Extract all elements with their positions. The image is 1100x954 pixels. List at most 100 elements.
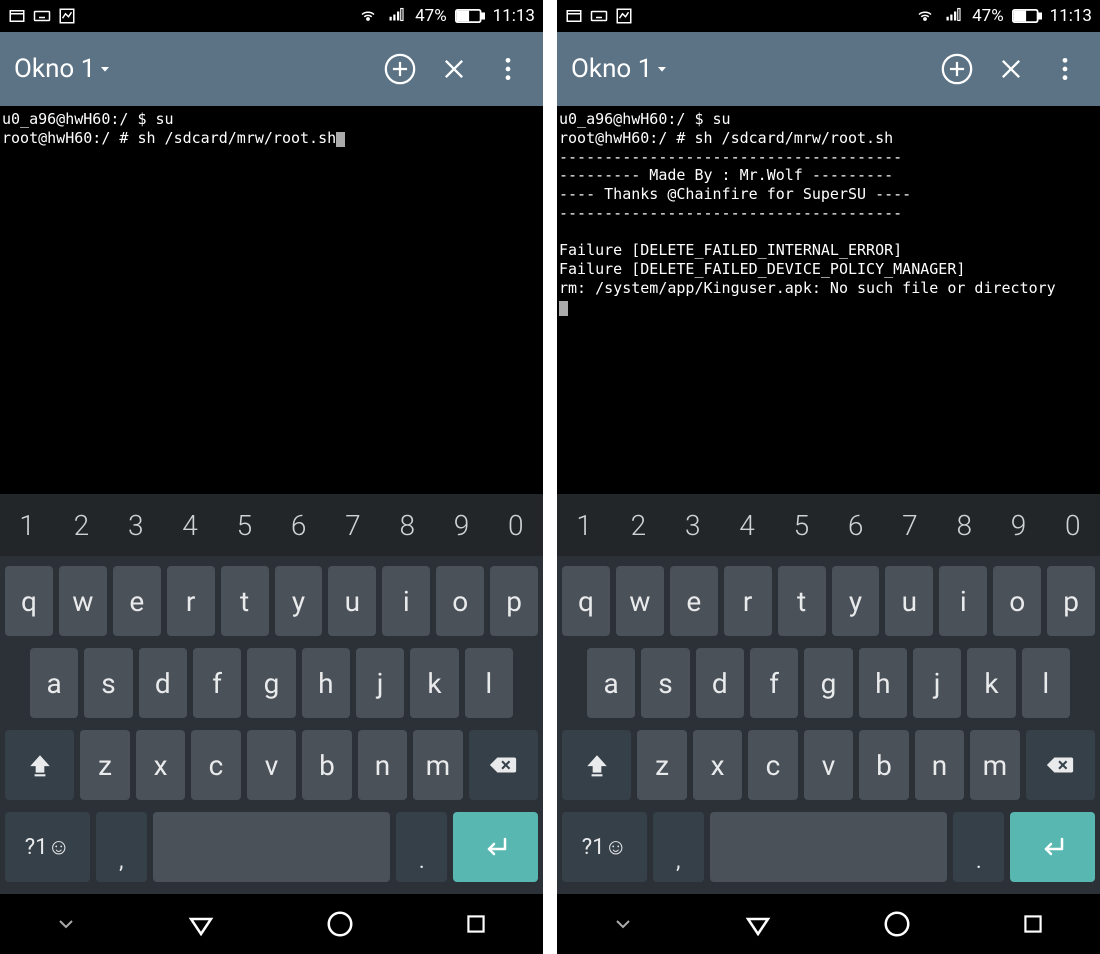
back-button[interactable] xyxy=(743,909,773,939)
key-9[interactable]: 9 xyxy=(991,494,1045,556)
key-b[interactable]: b xyxy=(302,730,351,800)
key-j[interactable]: j xyxy=(913,648,961,718)
key-x[interactable]: x xyxy=(136,730,185,800)
key-l[interactable]: l xyxy=(1022,648,1070,718)
home-button[interactable] xyxy=(325,909,355,939)
key-u[interactable]: u xyxy=(328,566,376,636)
key-w[interactable]: w xyxy=(616,566,664,636)
key-1[interactable]: 1 xyxy=(0,494,54,556)
key-h[interactable]: h xyxy=(859,648,907,718)
space-key[interactable] xyxy=(153,812,391,882)
key-v[interactable]: v xyxy=(247,730,296,800)
window-selector[interactable]: Okno 1 xyxy=(571,54,924,84)
key-x[interactable]: x xyxy=(693,730,742,800)
key-a[interactable]: a xyxy=(30,648,78,718)
close-window-button[interactable] xyxy=(433,48,475,90)
key-5[interactable]: 5 xyxy=(774,494,828,556)
shift-key[interactable] xyxy=(5,730,74,800)
key-o[interactable]: o xyxy=(993,566,1041,636)
symbols-key[interactable]: ?1☺ xyxy=(562,812,647,882)
key-0[interactable]: 0 xyxy=(1046,494,1100,556)
key-3[interactable]: 3 xyxy=(666,494,720,556)
key-0[interactable]: 0 xyxy=(489,494,543,556)
key-k[interactable]: k xyxy=(410,648,458,718)
key-6[interactable]: 6 xyxy=(828,494,882,556)
key-v[interactable]: v xyxy=(804,730,853,800)
key-n[interactable]: n xyxy=(915,730,964,800)
key-z[interactable]: z xyxy=(637,730,686,800)
terminal-output[interactable]: u0_a96@hwH60:/ $ su root@hwH60:/ # sh /s… xyxy=(0,106,543,494)
key-p[interactable]: p xyxy=(1047,566,1095,636)
key-q[interactable]: q xyxy=(5,566,53,636)
key-p[interactable]: p xyxy=(490,566,538,636)
key-m[interactable]: m xyxy=(413,730,462,800)
collapse-keyboard-icon[interactable] xyxy=(54,912,78,936)
key-2[interactable]: 2 xyxy=(54,494,108,556)
key-y[interactable]: y xyxy=(275,566,323,636)
key-q[interactable]: q xyxy=(562,566,610,636)
backspace-key[interactable] xyxy=(1026,730,1095,800)
key-r[interactable]: r xyxy=(167,566,215,636)
overflow-menu-button[interactable] xyxy=(1044,48,1086,90)
key-u[interactable]: u xyxy=(885,566,933,636)
key-l[interactable]: l xyxy=(465,648,513,718)
comma-key[interactable]: , xyxy=(96,812,147,882)
new-window-button[interactable] xyxy=(379,48,421,90)
key-3[interactable]: 3 xyxy=(109,494,163,556)
key-n[interactable]: n xyxy=(358,730,407,800)
new-window-button[interactable] xyxy=(936,48,978,90)
key-j[interactable]: j xyxy=(356,648,404,718)
key-t[interactable]: t xyxy=(221,566,269,636)
enter-key[interactable] xyxy=(453,812,538,882)
backspace-key[interactable] xyxy=(469,730,538,800)
key-c[interactable]: c xyxy=(191,730,240,800)
key-i[interactable]: i xyxy=(382,566,430,636)
key-b[interactable]: b xyxy=(859,730,908,800)
recent-apps-button[interactable] xyxy=(1020,911,1046,937)
key-s[interactable]: s xyxy=(641,648,689,718)
key-a[interactable]: a xyxy=(587,648,635,718)
key-e[interactable]: e xyxy=(670,566,718,636)
key-6[interactable]: 6 xyxy=(271,494,325,556)
back-button[interactable] xyxy=(186,909,216,939)
key-e[interactable]: e xyxy=(113,566,161,636)
key-4[interactable]: 4 xyxy=(163,494,217,556)
key-r[interactable]: r xyxy=(724,566,772,636)
key-i[interactable]: i xyxy=(939,566,987,636)
key-g[interactable]: g xyxy=(804,648,852,718)
key-1[interactable]: 1 xyxy=(557,494,611,556)
home-button[interactable] xyxy=(882,909,912,939)
key-s[interactable]: s xyxy=(84,648,132,718)
key-h[interactable]: h xyxy=(302,648,350,718)
key-7[interactable]: 7 xyxy=(326,494,380,556)
close-window-button[interactable] xyxy=(990,48,1032,90)
recent-apps-button[interactable] xyxy=(463,911,489,937)
key-o[interactable]: o xyxy=(436,566,484,636)
key-f[interactable]: f xyxy=(750,648,798,718)
comma-key[interactable]: , xyxy=(653,812,704,882)
shift-key[interactable] xyxy=(562,730,631,800)
key-d[interactable]: d xyxy=(696,648,744,718)
key-w[interactable]: w xyxy=(59,566,107,636)
collapse-keyboard-icon[interactable] xyxy=(611,912,635,936)
enter-key[interactable] xyxy=(1010,812,1095,882)
key-z[interactable]: z xyxy=(80,730,129,800)
key-2[interactable]: 2 xyxy=(611,494,665,556)
key-4[interactable]: 4 xyxy=(720,494,774,556)
key-t[interactable]: t xyxy=(778,566,826,636)
key-5[interactable]: 5 xyxy=(217,494,271,556)
key-g[interactable]: g xyxy=(247,648,295,718)
overflow-menu-button[interactable] xyxy=(487,48,529,90)
space-key[interactable] xyxy=(710,812,948,882)
terminal-output[interactable]: u0_a96@hwH60:/ $ su root@hwH60:/ # sh /s… xyxy=(557,106,1100,494)
key-8[interactable]: 8 xyxy=(380,494,434,556)
period-key[interactable]: . xyxy=(953,812,1004,882)
key-k[interactable]: k xyxy=(967,648,1015,718)
window-selector[interactable]: Okno 1 xyxy=(14,54,367,84)
period-key[interactable]: . xyxy=(396,812,447,882)
key-y[interactable]: y xyxy=(832,566,880,636)
symbols-key[interactable]: ?1☺ xyxy=(5,812,90,882)
key-8[interactable]: 8 xyxy=(937,494,991,556)
key-m[interactable]: m xyxy=(970,730,1019,800)
key-d[interactable]: d xyxy=(139,648,187,718)
